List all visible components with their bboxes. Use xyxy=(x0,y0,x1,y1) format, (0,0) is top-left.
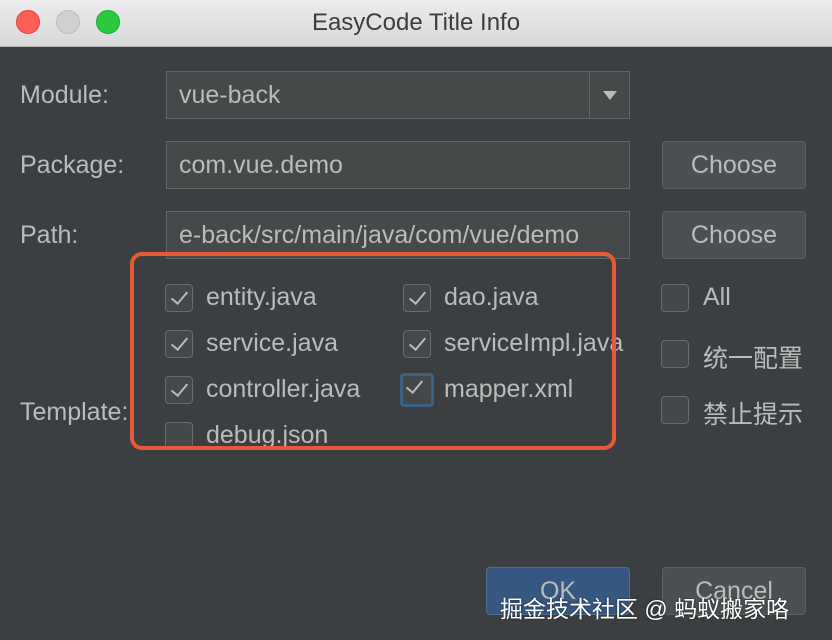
watermark-text: 掘金技术社区 @ 蚂蚁搬家咯 xyxy=(500,596,790,622)
window-title: EasyCode Title Info xyxy=(311,9,521,36)
disable-prompt-checkbox[interactable] xyxy=(661,396,689,424)
unified-config-checkbox[interactable] xyxy=(661,340,689,368)
path-choose-button[interactable]: Choose xyxy=(662,211,806,259)
package-choose-button[interactable]: Choose xyxy=(662,141,806,189)
module-label: Module: xyxy=(20,81,109,109)
template-label: Template: xyxy=(20,398,129,426)
package-label: Package: xyxy=(20,151,125,179)
package-input[interactable]: com.vue.demo xyxy=(166,141,630,189)
all-checkbox[interactable] xyxy=(661,284,689,312)
template-highlight-frame xyxy=(130,252,616,450)
chevron-down-icon[interactable] xyxy=(589,72,629,118)
module-select[interactable]: vue-back xyxy=(166,71,630,119)
all-label: All xyxy=(703,283,731,311)
path-label: Path: xyxy=(20,221,79,249)
unified-config-label: 统一配置 xyxy=(703,345,804,373)
disable-prompt-label: 禁止提示 xyxy=(703,401,804,429)
module-select-value: vue-back xyxy=(179,81,281,109)
title-bar: EasyCode Title Info xyxy=(0,0,832,47)
